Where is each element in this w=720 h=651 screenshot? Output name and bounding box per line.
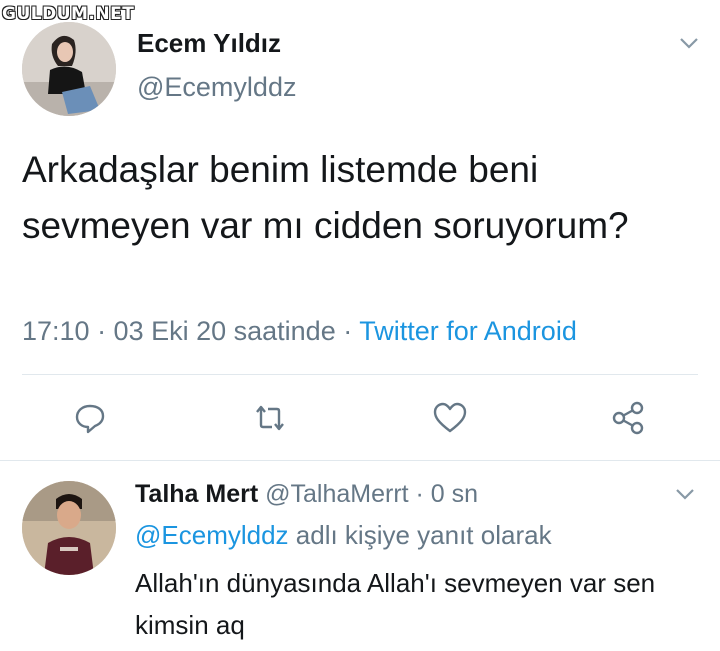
reply-author-handle-time[interactable]: @TalhaMerrt · 0 sn [265,480,478,508]
author-avatar[interactable] [22,22,116,116]
tweet-meta: 17:10 · 03 Eki 20 saatinde · Twitter for… [22,316,577,347]
like-icon [433,402,467,433]
author-handle[interactable]: @Ecemylddz [137,72,296,103]
watermark-logo: GULDUM.NET [2,4,135,24]
tweet-timestamp[interactable]: 17:10 · 03 Eki 20 saatinde · [22,316,359,346]
divider [22,374,698,375]
reply-author-name[interactable]: Talha Mert [135,480,258,508]
author-name[interactable]: Ecem Yıldız [137,28,281,59]
reply-author-avatar[interactable] [22,481,116,575]
like-button[interactable] [428,396,472,440]
retweet-icon [256,405,284,431]
reply-header: Talha Mert @TalhaMerrt · 0 sn [135,480,478,509]
replying-suffix: adlı kişiye yanıt olarak [288,520,552,550]
share-button[interactable] [606,396,650,440]
share-icon [612,401,644,435]
chevron-down-icon[interactable] [677,34,701,52]
tweet-source-link[interactable]: Twitter for Android [359,316,577,346]
replying-mention-link[interactable]: @Ecemylddz [135,520,289,550]
reply-icon [75,404,105,434]
chevron-down-icon[interactable] [673,485,697,503]
replying-to: @Ecemylddz adlı kişiye yanıt olarak [135,520,552,551]
reply-text: Allah'ın dünyasında Allah'ı sevmeyen var… [135,568,656,640]
divider [0,460,720,461]
tweet-text: Arkadaşlar benim listemde beni sevmeyen … [22,149,629,246]
reply-button[interactable] [68,396,112,440]
retweet-button[interactable] [248,396,292,440]
